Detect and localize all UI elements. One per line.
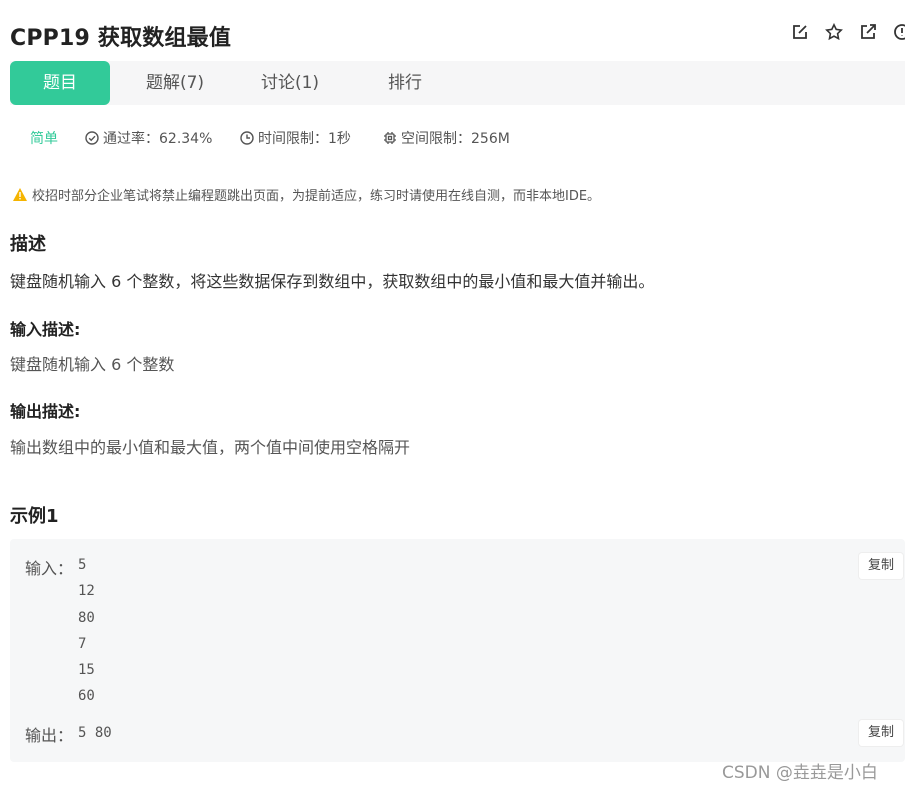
example-input-values: 5 12 80 7 15 60 [78,552,95,710]
example-input-line: 60 [78,688,95,705]
input-desc-heading: 输入描述: [10,320,81,339]
info-icon[interactable] [892,22,905,42]
example-input-line: 12 [78,583,95,600]
copy-output-button[interactable]: 复制 [859,720,903,746]
time-limit-text: 时间限制：1秒 [258,131,351,147]
description-heading: 描述 [10,234,46,255]
difficulty-badge: 简单 [30,131,58,147]
clock-icon [240,131,254,145]
share-icon[interactable] [858,22,878,42]
tab-problem[interactable]: 题目 [10,61,110,105]
example-heading: 示例1 [10,506,59,527]
edit-icon[interactable] [790,22,810,42]
space-limit: 空间限制：256M [383,128,510,148]
tab-solutions[interactable]: 题解(7) [125,61,225,105]
example-input-line: 80 [78,609,95,626]
example-input-line: 15 [78,662,95,679]
pass-rate: 通过率：62.34% [85,128,212,148]
example-output-values: 5 80 [78,720,112,746]
exam-warning: 校招时部分企业笔试将禁止编程题跳出页面，为提前适应，练习时请使用在线自测，而非本… [12,185,600,204]
chip-icon [384,132,396,144]
output-desc-text: 输出数组中的最小值和最大值，两个值中间使用空格隔开 [10,438,411,457]
input-desc-text: 键盘随机输入 6 个整数 [10,355,175,374]
pass-rate-text: 通过率：62.34% [103,131,213,147]
example-input-line: 7 [78,635,87,652]
tab-ranking[interactable]: 排行 [355,61,455,105]
copy-input-button[interactable]: 复制 [859,553,903,579]
star-icon[interactable] [824,22,844,42]
example-output-label: 输出： [25,726,74,745]
warning-icon [13,188,27,201]
example-input-label: 输入： [25,559,74,578]
example-input-line: 5 [78,557,87,573]
time-limit: 时间限制：1秒 [240,128,351,148]
space-limit-text: 空间限制：256M [401,131,510,147]
tab-discussion[interactable]: 讨论(1) [240,61,340,105]
watermark: CSDN @垚垚是小白 [722,763,878,783]
header-actions [790,22,905,42]
warning-text: 校招时部分企业笔试将禁止编程题跳出页面，为提前适应，练习时请使用在线自测，而非本… [32,189,601,204]
output-desc-heading: 输出描述: [10,402,81,421]
example-box: 输入： 5 12 80 7 15 60 复制 输出： 5 80 复制 [10,539,905,762]
problem-tabs: 题目 题解(7) 讨论(1) 排行 [10,61,905,105]
problem-title: CPP19 获取数组最值 [10,26,232,51]
check-circle-icon [85,131,99,145]
example-output-line: 5 80 [78,725,112,741]
description-text: 键盘随机输入 6 个整数，将这些数据保存到数组中，获取数组中的最小值和最大值并输… [10,272,655,291]
